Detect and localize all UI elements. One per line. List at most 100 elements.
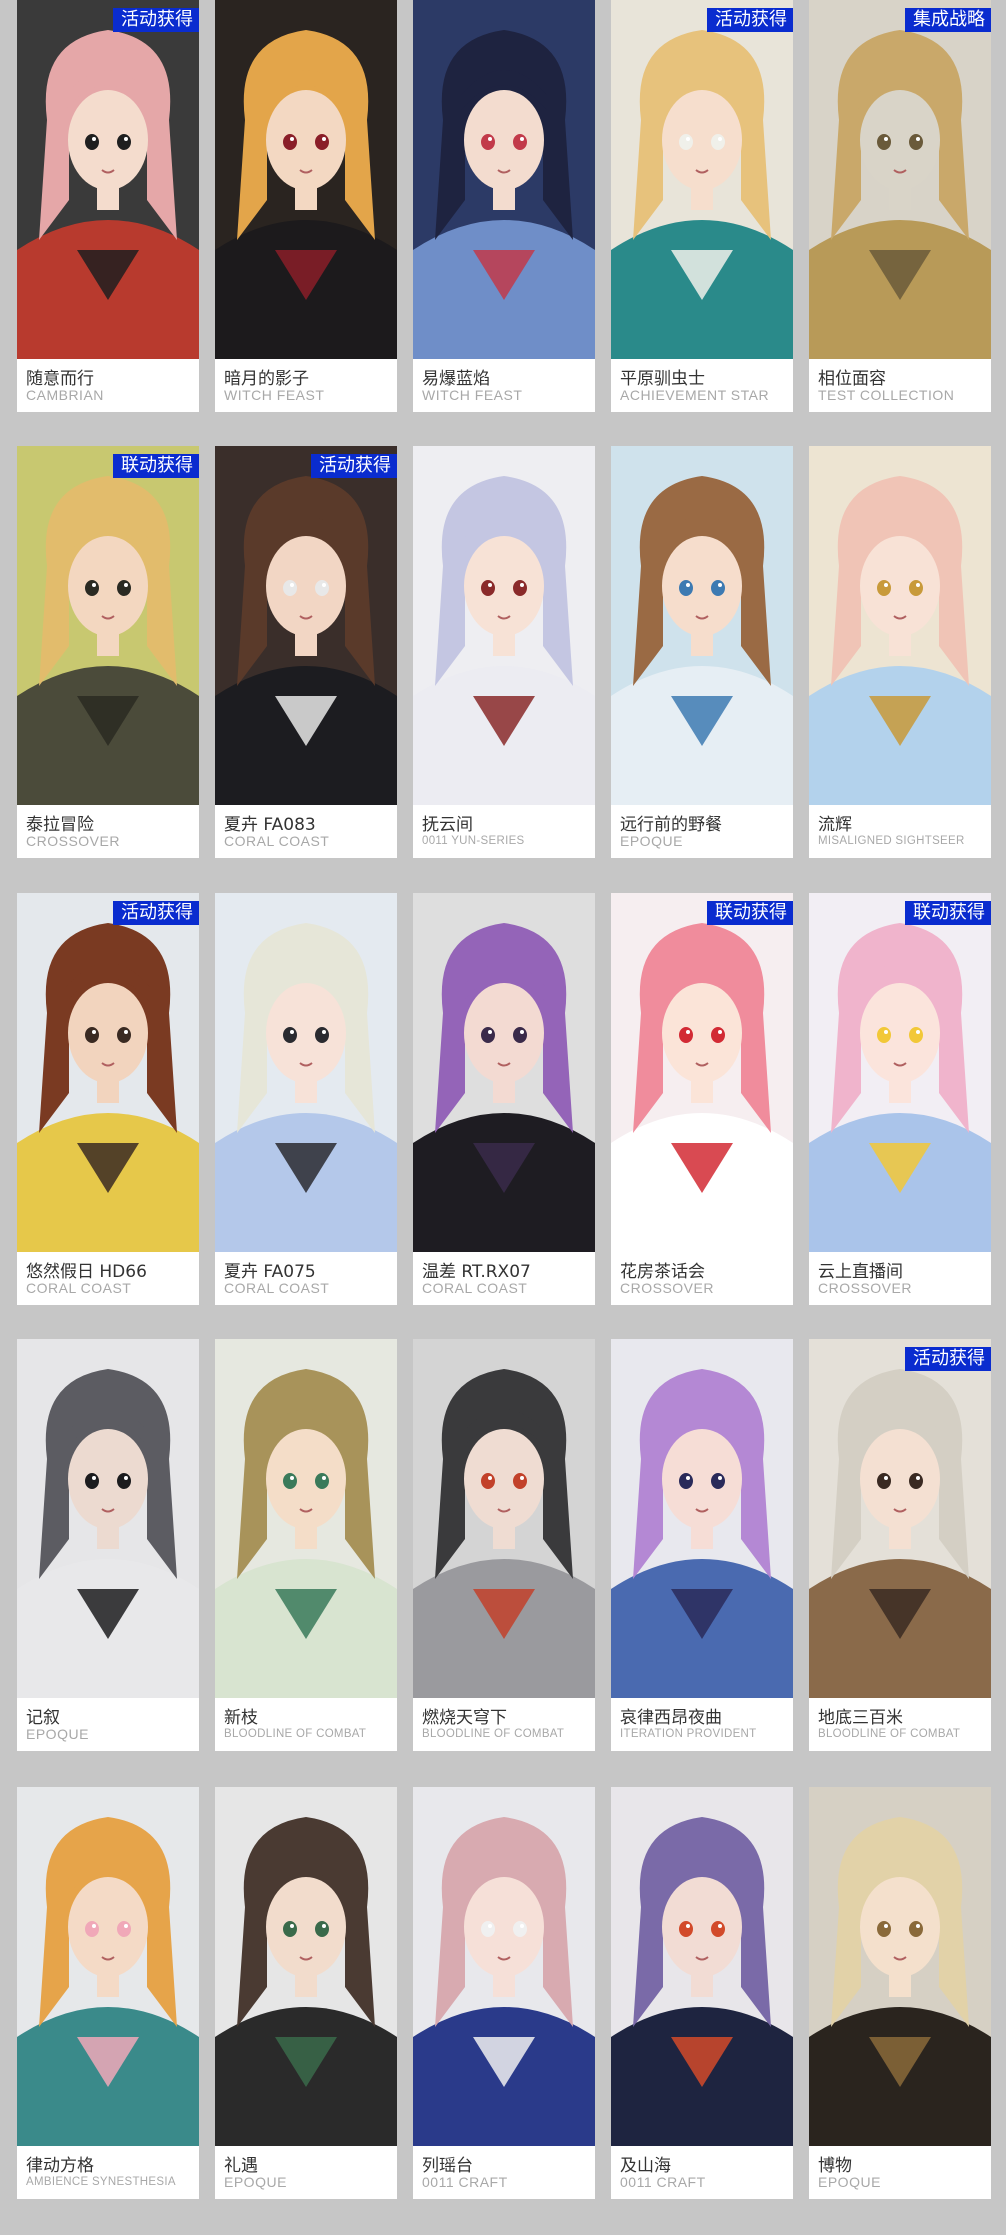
skin-series: BLOODLINE OF COMBAT: [224, 1728, 367, 1740]
skin-name: 易爆蓝焰: [422, 369, 490, 389]
acquisition-badge: 联动获得: [707, 901, 793, 925]
skin-series: EPOQUE: [26, 1726, 89, 1742]
skin-series: CORAL COAST: [224, 1280, 330, 1296]
skin-series: CORAL COAST: [422, 1280, 528, 1296]
skin-name: 悠然假日 HD66: [26, 1262, 147, 1282]
skin-name: 博物: [818, 2156, 852, 2176]
skin-series: BLOODLINE OF COMBAT: [422, 1728, 565, 1740]
skin-card[interactable]: 夏卉 FA075 CORAL COAST: [215, 893, 397, 1305]
skin-card[interactable]: 活动获得随意而行 CAMBRIAN: [17, 0, 199, 412]
skin-caption: 记叙 EPOQUE: [17, 1698, 199, 1751]
skin-card[interactable]: 列瑶台 0011 CRAFT: [413, 1787, 595, 2199]
skin-caption: 相位面容 TEST COLLECTION: [809, 359, 991, 412]
skin-artwork: [611, 1787, 793, 2146]
skin-name: 相位面容: [818, 369, 886, 389]
acquisition-badge: 活动获得: [311, 454, 397, 478]
skin-artwork: [809, 446, 991, 805]
skin-card[interactable]: 活动获得夏卉 FA083 CORAL COAST: [215, 446, 397, 858]
skin-grid: 活动获得 随意而行 CAMBRIAN 暗月的影子 WITCH FEAST 易爆蓝…: [0, 0, 1006, 2235]
skin-series: EPOQUE: [818, 2174, 881, 2190]
skin-card[interactable]: 温差 RT.RX07 CORAL COAST: [413, 893, 595, 1305]
skin-artwork: [413, 0, 595, 359]
skin-caption: 列瑶台 0011 CRAFT: [413, 2146, 595, 2199]
skin-card[interactable]: 活动获得 平原驯虫士 ACHIEVEMENT STAR: [611, 0, 793, 412]
skin-name: 哀律西昂夜曲: [620, 1708, 722, 1728]
skin-card[interactable]: 新枝 BLOODLINE OF COMBAT: [215, 1339, 397, 1751]
skin-card[interactable]: 律动方格 AMBIENCE SYNESTHESIA: [17, 1787, 199, 2199]
skin-artwork: [611, 893, 793, 1252]
skin-card[interactable]: 燃烧天穹下 BLOODLINE OF COMBAT: [413, 1339, 595, 1751]
skin-name: 礼遇: [224, 2156, 258, 2176]
skin-caption: 夏卉 FA083 CORAL COAST: [215, 805, 397, 858]
skin-series: AMBIENCE SYNESTHESIA: [26, 2176, 176, 2188]
skin-artwork: [215, 1339, 397, 1698]
skin-card[interactable]: 及山海 0011 CRAFT: [611, 1787, 793, 2199]
skin-card[interactable]: 活动获得 地底三百米 BLOODLINE OF COMBAT: [809, 1339, 991, 1751]
skin-name: 泰拉冒险: [26, 815, 94, 835]
skin-name: 夏卉 FA075: [224, 1262, 316, 1282]
skin-series: CAMBRIAN: [26, 387, 104, 403]
skin-name: 及山海: [620, 2156, 671, 2176]
skin-card[interactable]: 暗月的影子 WITCH FEAST: [215, 0, 397, 412]
skin-artwork: [17, 1787, 199, 2146]
skin-card[interactable]: 联动获得 花房茶话会 CROSSOVER: [611, 893, 793, 1305]
skin-series: 0011 CRAFT: [422, 2174, 508, 2190]
skin-series: EPOQUE: [620, 833, 683, 849]
skin-series: MISALIGNED SIGHTSEER: [818, 835, 965, 847]
skin-card[interactable]: 流辉 MISALIGNED SIGHTSEER: [809, 446, 991, 858]
skin-caption: 新枝 BLOODLINE OF COMBAT: [215, 1698, 397, 1751]
acquisition-badge: 联动获得: [113, 454, 199, 478]
skin-name: 远行前的野餐: [620, 815, 722, 835]
skin-caption: 暗月的影子 WITCH FEAST: [215, 359, 397, 412]
skin-artwork: [809, 893, 991, 1252]
skin-series: CROSSOVER: [818, 1280, 912, 1296]
skin-name: 随意而行: [26, 369, 94, 389]
skin-card[interactable]: 易爆蓝焰 WITCH FEAST: [413, 0, 595, 412]
skin-caption: 哀律西昂夜曲 ITERATION PROVIDENT: [611, 1698, 793, 1751]
skin-name: 抚云间: [422, 815, 473, 835]
skin-card[interactable]: 联动获得泰拉冒险 CROSSOVER: [17, 446, 199, 858]
skin-card[interactable]: 联动获得 云上直播间 CROSSOVER: [809, 893, 991, 1305]
skin-caption: 云上直播间 CROSSOVER: [809, 1252, 991, 1305]
skin-series: BLOODLINE OF COMBAT: [818, 1728, 961, 1740]
skin-name: 列瑶台: [422, 2156, 473, 2176]
skin-name: 地底三百米: [818, 1708, 903, 1728]
skin-caption: 律动方格 AMBIENCE SYNESTHESIA: [17, 2146, 199, 2199]
skin-card[interactable]: 哀律西昂夜曲 ITERATION PROVIDENT: [611, 1339, 793, 1751]
skin-artwork: [413, 893, 595, 1252]
acquisition-badge: 活动获得: [707, 8, 793, 32]
skin-series: CROSSOVER: [26, 833, 120, 849]
skin-caption: 温差 RT.RX07 CORAL COAST: [413, 1252, 595, 1305]
skin-artwork: [611, 1339, 793, 1698]
skin-caption: 礼遇 EPOQUE: [215, 2146, 397, 2199]
skin-card[interactable]: 远行前的野餐 EPOQUE: [611, 446, 793, 858]
skin-card[interactable]: 活动获得悠然假日 HD66 CORAL COAST: [17, 893, 199, 1305]
skin-artwork: [215, 0, 397, 359]
skin-series: WITCH FEAST: [422, 387, 523, 403]
skin-card[interactable]: 礼遇 EPOQUE: [215, 1787, 397, 2199]
skin-name: 律动方格: [26, 2156, 94, 2176]
skin-artwork: [413, 1339, 595, 1698]
skin-series: EPOQUE: [224, 2174, 287, 2190]
skin-series: 0011 YUN-SERIES: [422, 835, 525, 847]
skin-card[interactable]: 抚云间 0011 YUN-SERIES: [413, 446, 595, 858]
skin-caption: 及山海 0011 CRAFT: [611, 2146, 793, 2199]
skin-name: 记叙: [26, 1708, 60, 1728]
acquisition-badge: 活动获得: [113, 901, 199, 925]
skin-caption: 博物 EPOQUE: [809, 2146, 991, 2199]
skin-card[interactable]: 集成战略 相位面容 TEST COLLECTION: [809, 0, 991, 412]
skin-artwork: [809, 1787, 991, 2146]
skin-name: 新枝: [224, 1708, 258, 1728]
skin-artwork: [215, 893, 397, 1252]
acquisition-badge: 活动获得: [113, 8, 199, 32]
skin-series: 0011 CRAFT: [620, 2174, 706, 2190]
skin-artwork: [17, 893, 199, 1252]
skin-name: 流辉: [818, 815, 852, 835]
skin-card[interactable]: 博物 EPOQUE: [809, 1787, 991, 2199]
skin-card[interactable]: 记叙 EPOQUE: [17, 1339, 199, 1751]
skin-caption: 远行前的野餐 EPOQUE: [611, 805, 793, 858]
skin-artwork: [17, 0, 199, 359]
skin-name: 暗月的影子: [224, 369, 309, 389]
skin-name: 温差 RT.RX07: [422, 1262, 531, 1282]
skin-series: CORAL COAST: [26, 1280, 132, 1296]
